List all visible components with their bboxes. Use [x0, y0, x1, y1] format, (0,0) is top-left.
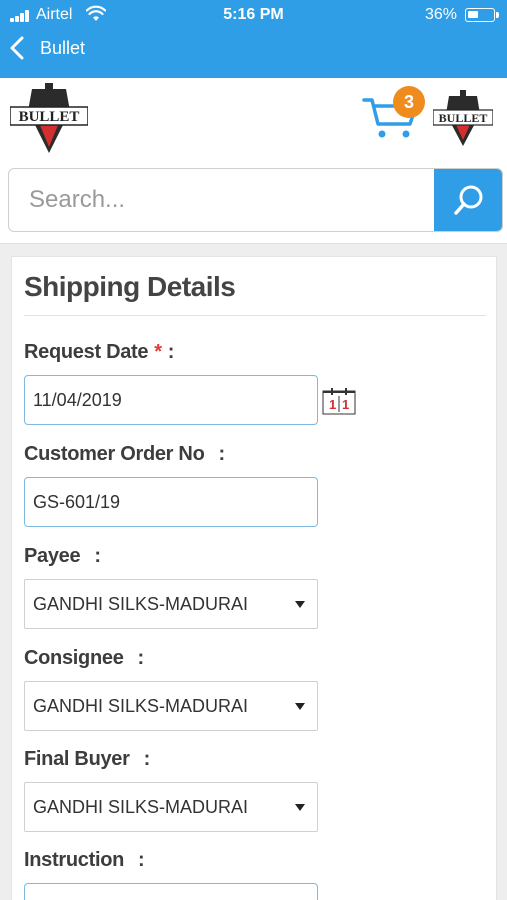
bullet-logo-text: BULLET: [19, 109, 80, 125]
search-box: [8, 168, 503, 232]
required-marker: *: [154, 341, 162, 363]
nav-bar: Bullet: [0, 30, 507, 78]
request-date-label: Request Date *:: [24, 341, 175, 363]
back-chevron-icon[interactable]: [6, 34, 28, 64]
final-buyer-select[interactable]: GANDHI SILKS-MADURAI: [24, 782, 318, 832]
customer-order-label-text: Customer Order No: [24, 443, 205, 465]
page-title: Shipping Details: [24, 271, 236, 302]
app-header: BULLET 3 BULLET: [0, 78, 507, 166]
consignee-label: Consignee:: [24, 647, 144, 669]
cart-count-badge[interactable]: 3: [393, 86, 425, 118]
chevron-down-icon: [295, 804, 305, 811]
top-bar: Airtel 5:16 PM 36% Bullet: [0, 0, 507, 78]
search-area: [0, 166, 507, 244]
instruction-input[interactable]: [24, 883, 318, 900]
search-icon: [454, 185, 483, 215]
back-button-label[interactable]: Bullet: [40, 38, 85, 59]
customer-order-label: Customer Order No:: [24, 443, 225, 465]
consignee-value: GANDHI SILKS-MADURAI: [33, 696, 249, 716]
instruction-label-text: Instruction: [24, 849, 125, 871]
chevron-down-icon: [295, 703, 305, 710]
instruction-label: Instruction:: [24, 849, 145, 871]
consignee-label-text: Consignee: [24, 647, 124, 669]
request-date-label-text: Request Date: [24, 341, 149, 363]
payee-select[interactable]: GANDHI SILKS-MADURAI: [24, 579, 318, 629]
payee-label: Payee:: [24, 545, 101, 567]
bullet-logo-small-text: BULLET: [439, 111, 488, 125]
status-bar: Airtel 5:16 PM 36%: [0, 0, 507, 30]
battery-icon: [465, 8, 499, 22]
svg-text:1: 1: [342, 397, 349, 412]
final-buyer-label: Final Buyer:: [24, 748, 150, 770]
divider: [24, 315, 486, 316]
final-buyer-label-text: Final Buyer: [24, 748, 130, 770]
bullet-logo[interactable]: BULLET: [10, 83, 88, 157]
request-date-input[interactable]: [24, 375, 318, 425]
search-button[interactable]: [434, 169, 502, 231]
consignee-select[interactable]: GANDHI SILKS-MADURAI: [24, 681, 318, 731]
battery-percent: 36%: [425, 6, 458, 23]
payee-value: GANDHI SILKS-MADURAI: [33, 594, 249, 614]
calendar-icon[interactable]: 1 1: [322, 387, 356, 415]
payee-label-text: Payee: [24, 545, 81, 567]
chevron-down-icon: [295, 601, 305, 608]
svg-text:1: 1: [329, 397, 336, 412]
final-buyer-value: GANDHI SILKS-MADURAI: [33, 797, 249, 817]
bullet-logo-small[interactable]: BULLET: [433, 90, 493, 152]
search-input[interactable]: [9, 169, 435, 231]
customer-order-input[interactable]: [24, 477, 318, 527]
shipping-details-card: Shipping Details Request Date*: 1 1 Cust…: [11, 256, 497, 900]
